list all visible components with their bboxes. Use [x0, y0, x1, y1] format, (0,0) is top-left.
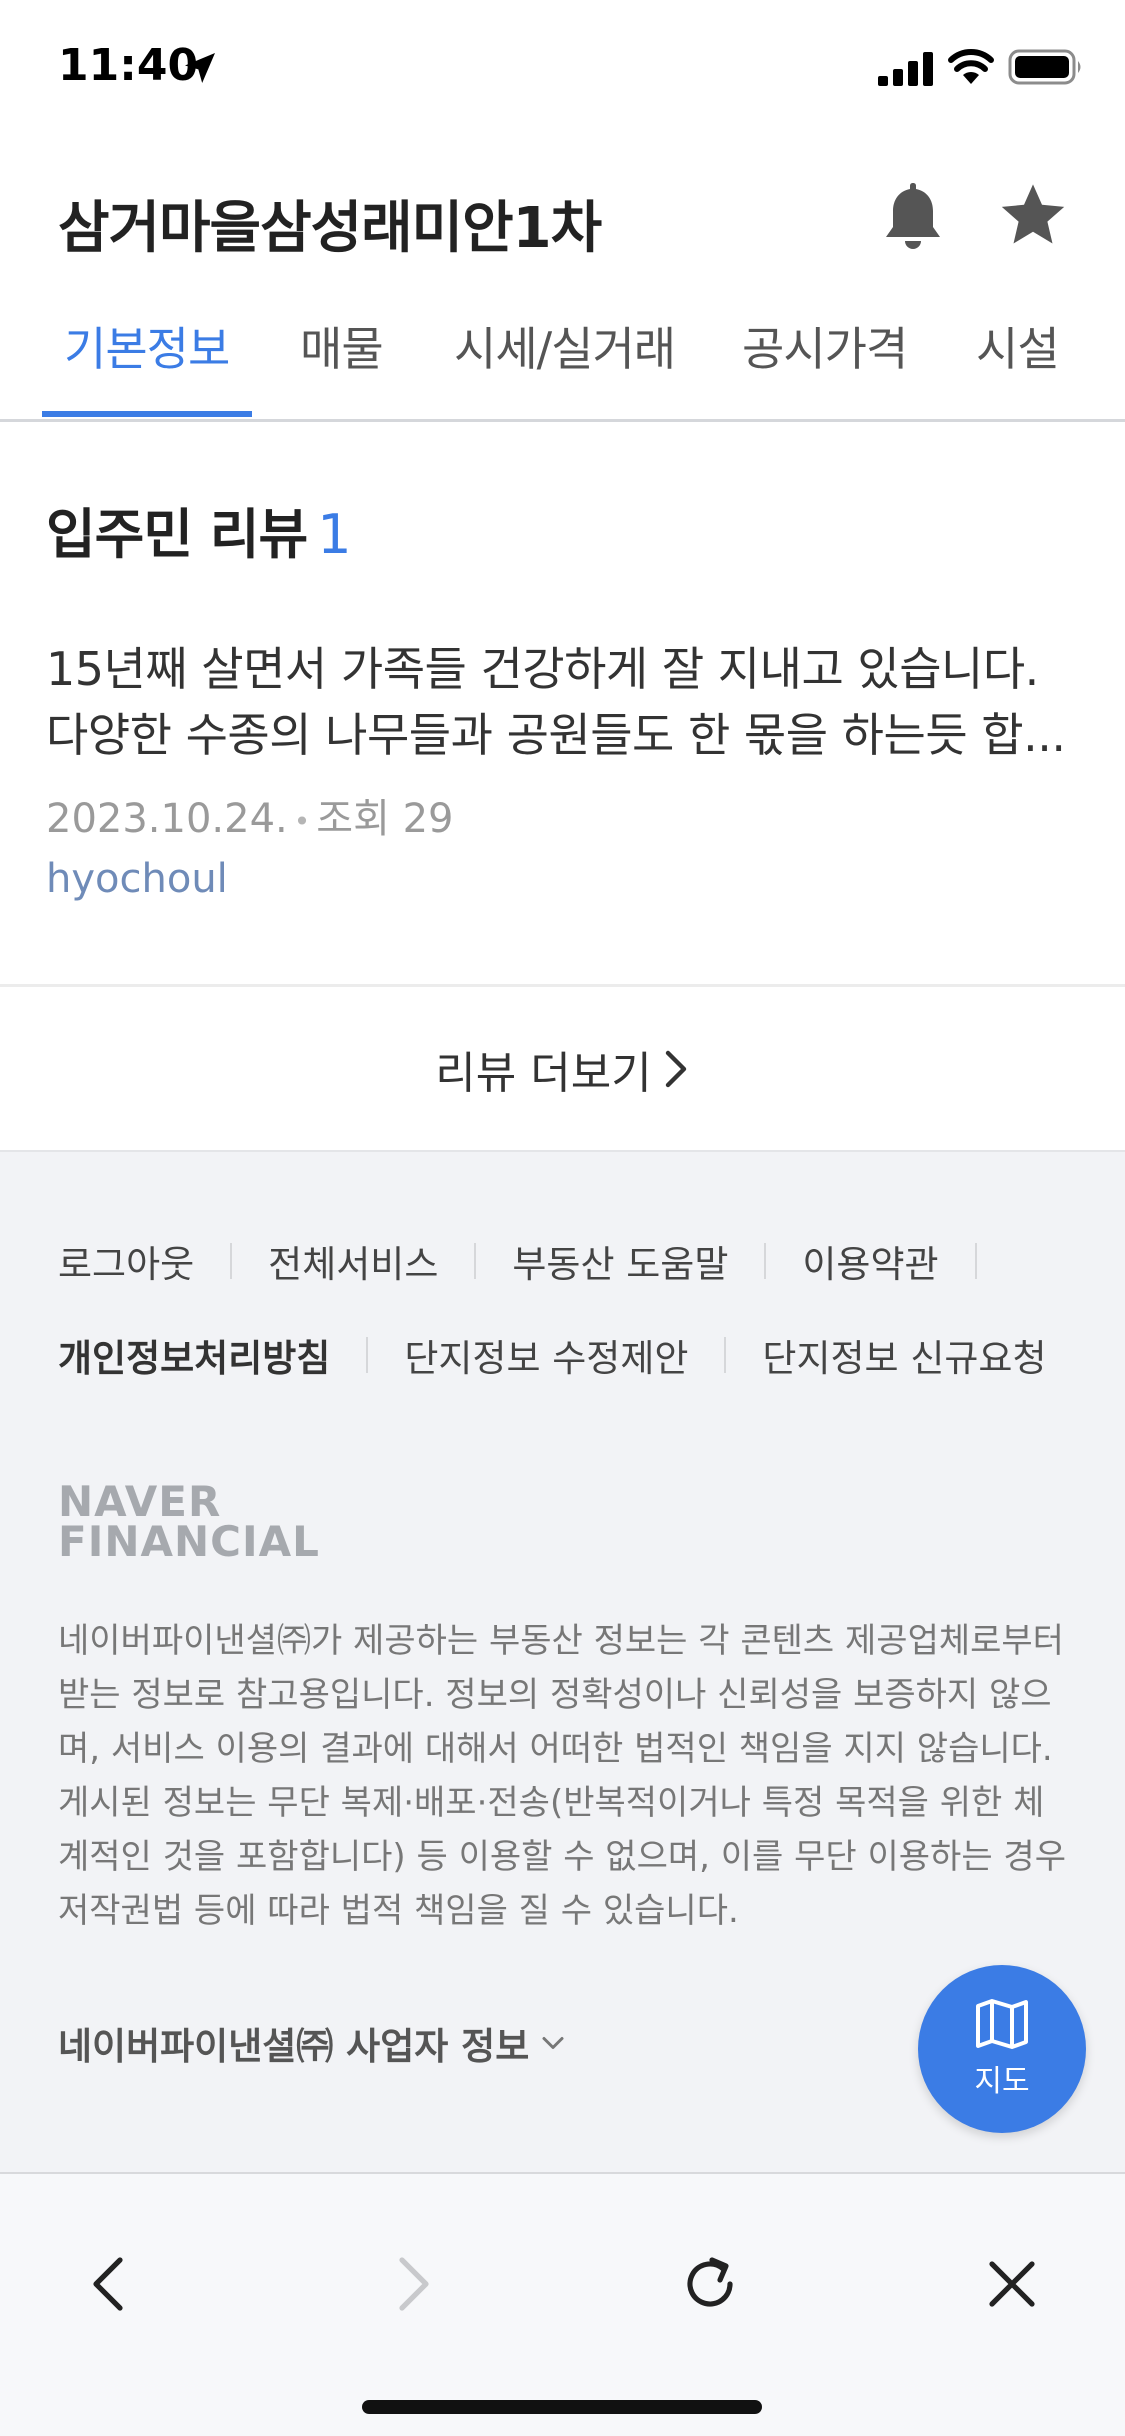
forward-icon[interactable] [380, 2252, 444, 2316]
privacy-policy-link[interactable]: 개인정보처리방침 [58, 1328, 330, 1382]
review-line-2: 다양한 수종의 나무들과 공원들도 한 몫을 하는듯 합... [46, 708, 1066, 762]
review-item[interactable]: 15년째 살면서 가족들 건강하게 잘 지내고 있습니다. 다양한 수종의 나무… [46, 636, 1086, 768]
disclaimer-text: 네이버파이낸셜㈜가 제공하는 부동산 정보는 각 콘텐츠 제공업체로부터 받는 … [58, 1621, 1066, 1931]
meta-dot-separator: • [293, 804, 311, 838]
back-icon[interactable] [78, 2252, 142, 2316]
chevron-down-icon [542, 2037, 564, 2049]
naver-financial-logo: NAVER FINANCIAL [58, 1477, 320, 1566]
review-count: 1 [317, 503, 351, 566]
location-arrow-icon [185, 53, 215, 83]
business-info-toggle[interactable]: 네이버파이낸셜㈜ 사업자 정보 [58, 2016, 565, 2070]
star-icon[interactable] [996, 179, 1070, 251]
link-separator [974, 1243, 977, 1279]
review-views: 조회 29 [316, 796, 454, 842]
home-indicator [362, 2400, 762, 2414]
review-title-text: 입주민 리뷰 [46, 503, 308, 566]
tab-official-price[interactable]: 공시가격 [742, 313, 908, 379]
help-link[interactable]: 부동산 도움말 [512, 1234, 728, 1288]
link-separator [724, 1337, 727, 1373]
review-date: 2023.10.24. [46, 796, 288, 842]
all-services-link[interactable]: 전체서비스 [268, 1234, 438, 1288]
map-button-label: 지도 [974, 2064, 1030, 2099]
refresh-icon[interactable] [678, 2252, 742, 2316]
tab-facilities[interactable]: 시설 [976, 313, 1060, 379]
map-button[interactable]: 지도 [918, 1965, 1086, 2133]
status-time: 11:40 [58, 40, 199, 91]
link-separator [366, 1337, 369, 1373]
tab-listings[interactable]: 매물 [300, 313, 384, 379]
terms-link[interactable]: 이용약관 [802, 1234, 938, 1288]
app-header: 삼거마을삼성래미안1차 [0, 135, 1125, 295]
bell-icon[interactable] [880, 179, 946, 255]
close-icon[interactable] [980, 2252, 1044, 2316]
edit-suggestion-link[interactable]: 단지정보 수정제안 [404, 1328, 688, 1382]
cellular-signal-icon [878, 52, 933, 86]
link-separator [474, 1243, 477, 1279]
active-tab-indicator [42, 411, 252, 417]
new-complex-request-link[interactable]: 단지정보 신규요청 [762, 1328, 1046, 1382]
more-reviews-button[interactable]: 리뷰 더보기 [0, 987, 1125, 1150]
tab-basic-info[interactable]: 기본정보 [64, 313, 230, 379]
status-bar: 11:40 [0, 0, 1125, 135]
logo-line-1: NAVER [58, 1477, 222, 1526]
footer-links-row-1: 로그아웃 전체서비스 부동산 도움말 이용약관 [58, 1234, 1013, 1288]
review-author: hyochoul [46, 856, 228, 902]
battery-icon [1008, 49, 1081, 85]
map-icon [976, 1999, 1028, 2049]
more-reviews-label: 리뷰 더보기 [435, 1047, 652, 1099]
tab-market-price[interactable]: 시세/실거래 [454, 313, 676, 379]
chevron-right-icon [665, 1050, 686, 1087]
link-separator [230, 1243, 233, 1279]
link-separator [764, 1243, 767, 1279]
logo-line-2: FINANCIAL [58, 1517, 320, 1566]
footer-links-row-2: 개인정보처리방침 단지정보 수정제안 단지정보 신규요청 [58, 1328, 1047, 1382]
logout-link[interactable]: 로그아웃 [58, 1234, 194, 1288]
business-info-label: 네이버파이낸셜㈜ 사업자 정보 [58, 2025, 530, 2068]
browser-toolbar [0, 2172, 1125, 2436]
tab-bar: 기본정보 매물 시세/실거래 공시가격 시설 [0, 295, 1125, 422]
review-line-1: 15년째 살면서 가족들 건강하게 잘 지내고 있습니다. [46, 642, 1039, 696]
review-section-title: 입주민 리뷰 1 [46, 490, 352, 569]
page-title: 삼거마을삼성래미안1차 [58, 196, 602, 261]
review-meta: 2023.10.24. • 조회 29 [46, 786, 453, 844]
wifi-icon [948, 49, 994, 84]
